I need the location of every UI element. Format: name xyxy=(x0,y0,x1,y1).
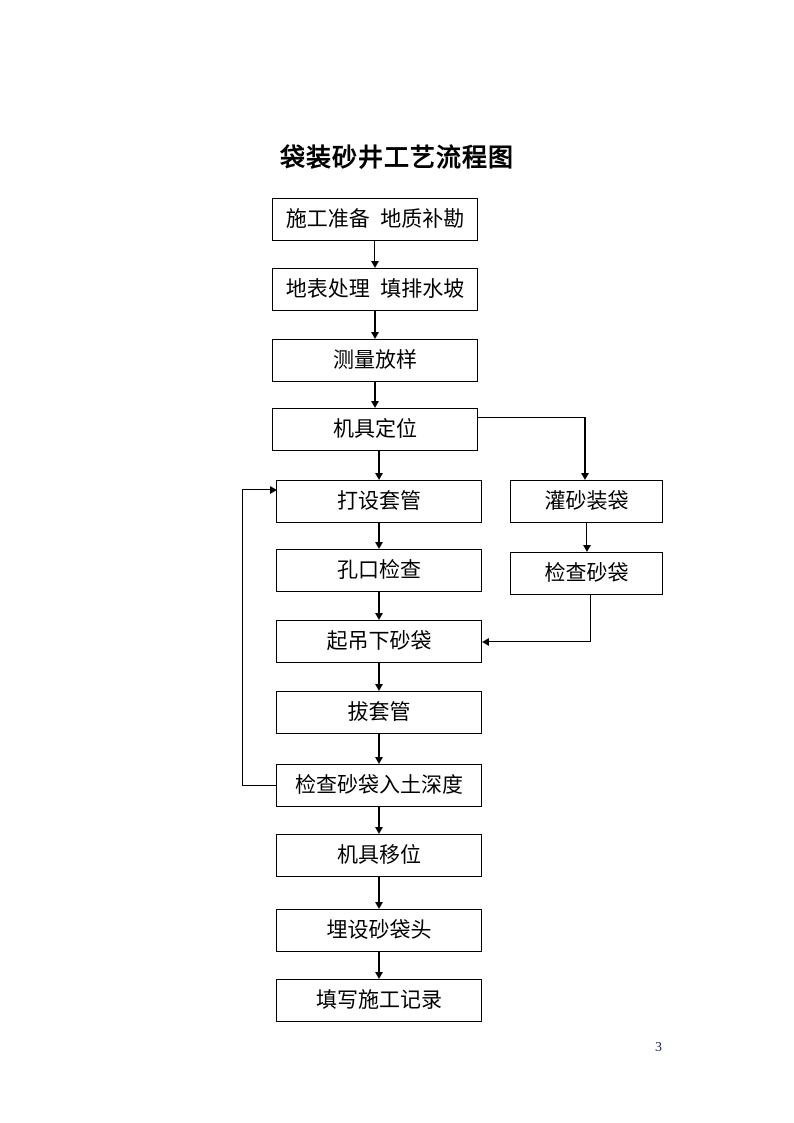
flow-node-jiancha-shadai-shendu[interactable]: 检查砂袋入土深度 xyxy=(276,764,482,807)
arrowhead-r2-n7 xyxy=(482,638,489,646)
arrowhead-n4-r1 xyxy=(581,473,589,480)
flow-node-shigong-zhunbei[interactable]: 施工准备 地质补勘 xyxy=(272,198,478,241)
connector-n4-r1-vertical xyxy=(584,417,586,475)
arrowhead-r1-r2 xyxy=(583,545,591,552)
flow-node-celiang-fangyang[interactable]: 测量放样 xyxy=(272,339,478,382)
flow-node-jiancha-shadai[interactable]: 检查砂袋 xyxy=(510,552,663,595)
arrowhead-n4-n5 xyxy=(375,473,383,480)
flow-node-maishe-shadaitou[interactable]: 埋设砂袋头 xyxy=(276,909,482,952)
flow-node-tianxie-shigong-jilu[interactable]: 填写施工记录 xyxy=(276,979,482,1022)
arrowhead-n7-n8 xyxy=(375,684,383,691)
arrowhead-n11-n12 xyxy=(375,972,383,979)
arrowhead-n8-n9 xyxy=(375,757,383,764)
flow-node-qidiao-xiashadai[interactable]: 起吊下砂袋 xyxy=(276,620,482,663)
arrowhead-n5-n6 xyxy=(375,542,383,549)
page-title: 袋装砂井工艺流程图 xyxy=(279,145,514,172)
connector-r1-r2 xyxy=(586,523,587,547)
page-number: 3 xyxy=(655,1040,662,1055)
arrowhead-n10-n11 xyxy=(375,902,383,909)
flow-node-ba-taoguan[interactable]: 拔套管 xyxy=(276,691,482,734)
connector-n10-n11 xyxy=(378,877,380,905)
arrowhead-n2-n3 xyxy=(371,332,379,339)
flow-node-dashe-taoguan[interactable]: 打设套管 xyxy=(276,480,482,523)
arrowhead-n6-n7 xyxy=(375,613,383,620)
flow-node-jiju-yiwei[interactable]: 机具移位 xyxy=(276,834,482,877)
connector-n9-n5-vertical xyxy=(242,489,243,786)
arrowhead-n3-n4 xyxy=(371,401,379,408)
connector-n4-n5 xyxy=(378,451,380,475)
connector-n2-n3 xyxy=(374,311,376,333)
flow-node-jiju-dingwei[interactable]: 机具定位 xyxy=(272,408,478,451)
connector-n4-r1-horizontal xyxy=(478,417,586,418)
connector-r2-n7-horizontal xyxy=(488,641,591,642)
flow-node-kongkou-jiancha[interactable]: 孔口检查 xyxy=(276,549,482,592)
flow-node-guansha-zhuangdai[interactable]: 灌砂装袋 xyxy=(510,480,663,523)
arrowhead-n1-n2 xyxy=(371,261,379,268)
connector-n1-n2 xyxy=(374,241,375,262)
flow-node-dibiao-chuli[interactable]: 地表处理 填排水坡 xyxy=(272,268,478,311)
connector-n3-n4 xyxy=(374,382,376,403)
arrowhead-n9-n10 xyxy=(375,827,383,834)
arrowhead-n9-n5 xyxy=(270,486,277,494)
document-page: 袋装砂井工艺流程图 施工准备 地质补勘 地表处理 填排水坡 测量放样 机具定位 … xyxy=(0,0,794,1123)
connector-r2-n7-vertical xyxy=(590,595,591,642)
connector-n9-n5-horizontal-bottom xyxy=(242,785,277,786)
